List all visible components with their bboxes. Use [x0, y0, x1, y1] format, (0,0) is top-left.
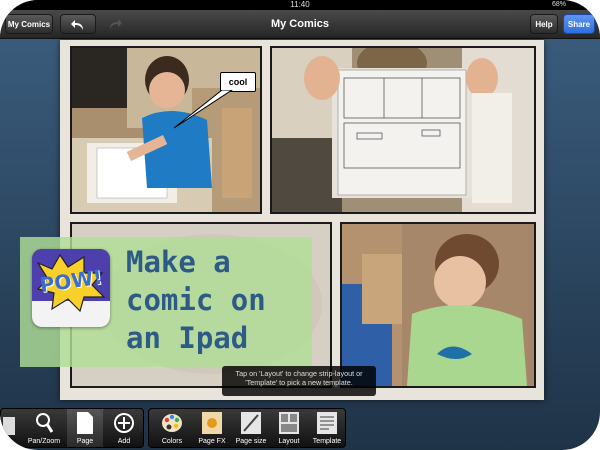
pan-zoom-label: Pan/Zoom	[27, 438, 61, 445]
page-fx-button[interactable]: Page FX	[193, 409, 231, 447]
speech-bubble-tail	[173, 90, 233, 129]
my-comics-button[interactable]: My Comics	[5, 14, 53, 34]
redo-button[interactable]	[100, 14, 130, 34]
help-button[interactable]: Help	[530, 14, 558, 34]
promo-line-1: Make a	[126, 245, 231, 279]
navigation-bar: My Comics My Comics Help Share	[0, 10, 600, 39]
colors-button[interactable]: Colors	[153, 409, 191, 447]
promo-overlay: POW! Make a comic on an Ipad	[20, 237, 312, 367]
page-size-label: Page size	[235, 438, 267, 445]
promo-line-2: comic on	[126, 283, 266, 317]
palette-icon	[162, 414, 182, 432]
comic-panel-2[interactable]	[270, 46, 536, 214]
colors-label: Colors	[161, 438, 183, 445]
page-label: Page	[76, 438, 94, 445]
speech-bubble-text: cool	[228, 77, 248, 87]
hint-tooltip-text: Tap on 'Layout' to change strip-layout o…	[235, 369, 363, 387]
page-size-icon	[241, 412, 261, 434]
share-button[interactable]: Share	[563, 14, 595, 34]
panel-4-photo	[342, 224, 534, 386]
page-stack-icon	[3, 417, 15, 435]
toolbar-group-edit: Pan/Zoom Page Add	[0, 408, 144, 448]
ipad-screen: 11:40 68% My Comics My Comics Help Share	[0, 0, 600, 450]
my-comics-button-label: My Comics	[7, 20, 51, 29]
share-button-label: Share	[567, 20, 591, 29]
promo-line-3: an Ipad	[126, 321, 249, 355]
speech-bubble[interactable]: cool	[220, 72, 256, 92]
help-button-label: Help	[535, 20, 553, 29]
page-size-button[interactable]: Page size	[233, 409, 269, 447]
page-icon	[77, 412, 93, 434]
status-bar: 11:40 68%	[0, 0, 600, 10]
layout-icon	[279, 412, 299, 434]
tool-partial[interactable]	[1, 409, 21, 447]
add-button[interactable]: Add	[105, 409, 143, 447]
layout-button[interactable]: Layout	[271, 409, 307, 447]
page-title: My Comics	[270, 18, 330, 30]
template-icon	[317, 412, 337, 434]
comic-panel-4[interactable]	[340, 222, 536, 388]
layout-label: Layout	[278, 438, 300, 445]
battery-indicator: 68%	[551, 1, 566, 8]
page-fx-icon	[202, 412, 222, 434]
undo-button[interactable]	[60, 14, 96, 34]
pow-app-logo: POW!	[32, 249, 110, 327]
status-time: 11:40	[290, 0, 310, 9]
toolbar-group-page: Colors Page FX Page size Layout Template	[148, 408, 346, 448]
undo-icon	[71, 20, 83, 30]
comic-panel-1[interactable]: cool	[70, 46, 262, 214]
add-label: Add	[117, 438, 131, 445]
redo-icon	[110, 19, 122, 29]
page-fx-label: Page FX	[198, 438, 226, 445]
promo-headline: Make a comic on an Ipad	[126, 243, 312, 357]
panel-2-photo	[272, 48, 534, 212]
template-button[interactable]: Template	[309, 409, 345, 447]
magnifier-icon	[36, 413, 53, 433]
hint-tooltip: Tap on 'Layout' to change strip-layout o…	[222, 366, 376, 396]
page-button[interactable]: Page	[67, 409, 103, 447]
pan-zoom-button[interactable]: Pan/Zoom	[23, 409, 65, 447]
template-label: Template	[312, 438, 342, 445]
add-circle-icon	[114, 413, 134, 433]
